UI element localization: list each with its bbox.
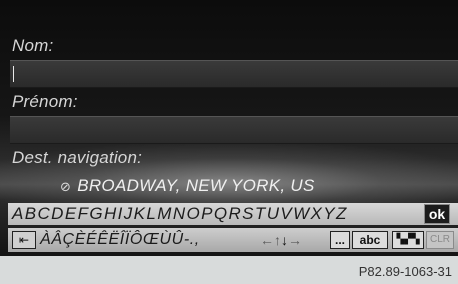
keyboard-letters-row: ABCDEFGHIJKLMNOPQRSTUVWXYZ ok xyxy=(8,203,458,225)
name-field[interactable] xyxy=(10,60,458,88)
arrow-right-key[interactable]: → xyxy=(288,232,302,248)
firstname-field[interactable] xyxy=(10,116,458,144)
crosshair-icon: ⊘ xyxy=(60,179,72,194)
clr-button[interactable]: CLR xyxy=(426,231,454,249)
firstname-label: Prénom: xyxy=(12,92,78,111)
figure-caption: P82.89-1063-31 xyxy=(358,264,452,279)
text-cursor xyxy=(13,66,14,82)
keyboard-format-icon[interactable]: ▚▞▚ xyxy=(392,231,424,249)
arrow-keys[interactable]: ←↑↓→ xyxy=(260,232,302,248)
name-label: Nom: xyxy=(12,36,54,55)
arrow-down-key[interactable]: ↓ xyxy=(281,232,288,248)
destination-text: BROADWAY, NEW YORK, US xyxy=(77,176,315,195)
ok-button[interactable]: ok xyxy=(424,204,450,224)
dest-navigation-label: Dest. navigation: xyxy=(12,148,143,167)
letter-keys[interactable]: ABCDEFGHIJKLMNOPQRSTUVWXYZ xyxy=(12,204,348,224)
destination-value[interactable]: ⊘ BROADWAY, NEW YORK, US xyxy=(60,176,315,196)
keyboard-special-row: ⇤ ÀÂÇÈÉÊËÎÏÔŒÙÛ-., ←↑↓→ ... abc ▚▞▚ CLR xyxy=(8,228,458,252)
head-unit-screen: Nom: Prénom: Dest. navigation: ⊘ BROADWAY… xyxy=(0,0,458,256)
backspace-icon[interactable]: ⇤ xyxy=(12,231,36,249)
abc-button[interactable]: abc xyxy=(352,231,388,249)
more-button[interactable]: ... xyxy=(330,231,350,249)
arrow-left-up-keys[interactable]: ←↑ xyxy=(260,232,281,248)
accent-keys[interactable]: ÀÂÇÈÉÊËÎÏÔŒÙÛ-., xyxy=(40,231,200,249)
